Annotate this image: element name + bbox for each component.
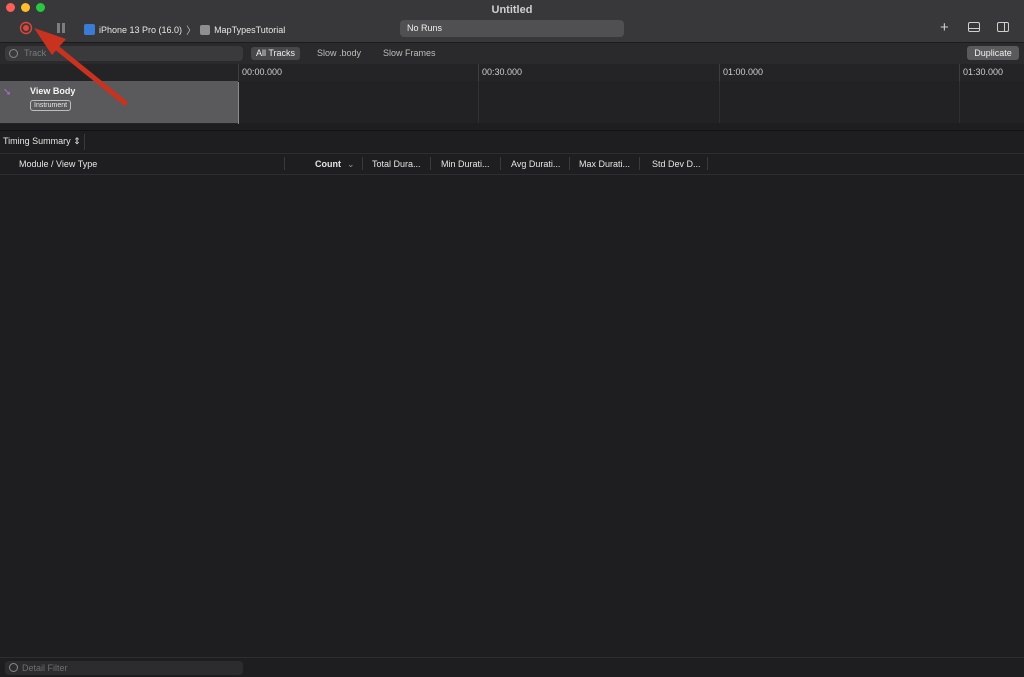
column-divider	[430, 157, 431, 170]
column-max-duration[interactable]: Max Durati...	[579, 159, 630, 169]
filter-icon	[9, 663, 18, 672]
zoom-window-button[interactable]	[36, 3, 45, 12]
column-divider	[707, 157, 708, 170]
detail-filter-bar: Detail Filter	[0, 657, 1024, 677]
detail-mode-label: Timing Summary	[3, 136, 71, 146]
toolbar: iPhone 13 Pro (16.0) 〉 MapTypesTutorial …	[0, 14, 1024, 43]
filter-icon	[9, 49, 18, 58]
updown-chevron-icon: ⇕	[73, 136, 81, 146]
detail-filter-input[interactable]: Detail Filter	[5, 661, 243, 675]
column-divider	[362, 157, 363, 170]
device-icon	[84, 24, 95, 35]
column-min-duration[interactable]: Min Durati...	[441, 159, 490, 169]
segment-all-tracks[interactable]: All Tracks	[251, 47, 301, 60]
record-button[interactable]	[19, 21, 33, 35]
device-label: iPhone 13 Pro (16.0)	[99, 24, 183, 35]
minimize-window-button[interactable]	[21, 3, 30, 12]
column-count[interactable]: Count	[315, 159, 341, 169]
track-filter-bar: Track All Tracks Slow .body Slow Frames …	[0, 43, 1024, 65]
target-app-label: MapTypesTutorial	[214, 24, 286, 35]
grid-line	[959, 81, 960, 123]
plus-icon[interactable]: +	[940, 20, 949, 35]
time-tick: 01:00.000	[719, 64, 763, 81]
time-tick: 00:00.000	[238, 64, 282, 81]
time-ruler[interactable]: 00:00.000 00:30.000 01:00.000 01:30.000	[238, 64, 1024, 82]
column-divider	[500, 157, 501, 170]
column-divider	[284, 157, 285, 170]
segment-slow-frames[interactable]: Slow Frames	[378, 47, 441, 60]
app-icon	[200, 24, 211, 35]
column-total-duration[interactable]: Total Dura...	[372, 159, 421, 169]
target-selector[interactable]: iPhone 13 Pro (16.0) 〉 MapTypesTutorial	[84, 22, 285, 37]
column-avg-duration[interactable]: Avg Durati...	[511, 159, 560, 169]
grid-line	[719, 81, 720, 123]
sort-chevron-icon: ⌄	[347, 159, 355, 169]
side-panel-icon[interactable]	[997, 22, 1009, 32]
chevron-right-icon: 〉	[186, 26, 197, 37]
divider	[84, 134, 85, 150]
column-divider	[569, 157, 570, 170]
detail-filter-placeholder: Detail Filter	[22, 663, 68, 673]
detail-mode-bar: Timing Summary ⇕	[0, 130, 1024, 154]
column-module-view-type[interactable]: Module / View Type	[19, 159, 97, 169]
close-window-button[interactable]	[6, 3, 15, 12]
time-tick: 00:30.000	[478, 64, 522, 81]
title-bar: Untitled	[0, 0, 1024, 16]
column-std-dev-duration[interactable]: Std Dev D...	[652, 159, 701, 169]
track-lane[interactable]	[239, 81, 1024, 123]
track-row-view-body[interactable]: ➘ View Body Instrument	[0, 81, 238, 123]
track-filter-placeholder: Track	[24, 48, 47, 58]
run-status-field[interactable]: No Runs	[400, 20, 624, 37]
detail-mode-selector[interactable]: Timing Summary ⇕	[3, 136, 81, 147]
pause-button[interactable]	[55, 22, 67, 34]
time-tick: 01:30.000	[959, 64, 1003, 81]
swiftui-icon: ➘	[3, 87, 12, 98]
column-divider	[639, 157, 640, 170]
instrument-badge: Instrument	[30, 100, 72, 111]
detail-table-header: Module / View Type Count ⌄ Total Dura...…	[0, 153, 1024, 175]
grid-line	[478, 81, 479, 123]
track-title: View Body	[30, 86, 76, 96]
track-filter-input[interactable]: Track	[5, 46, 243, 61]
bottom-panel-icon[interactable]	[968, 22, 980, 32]
segment-slow-body[interactable]: Slow .body	[312, 47, 366, 60]
duplicate-button[interactable]: Duplicate	[967, 46, 1019, 60]
